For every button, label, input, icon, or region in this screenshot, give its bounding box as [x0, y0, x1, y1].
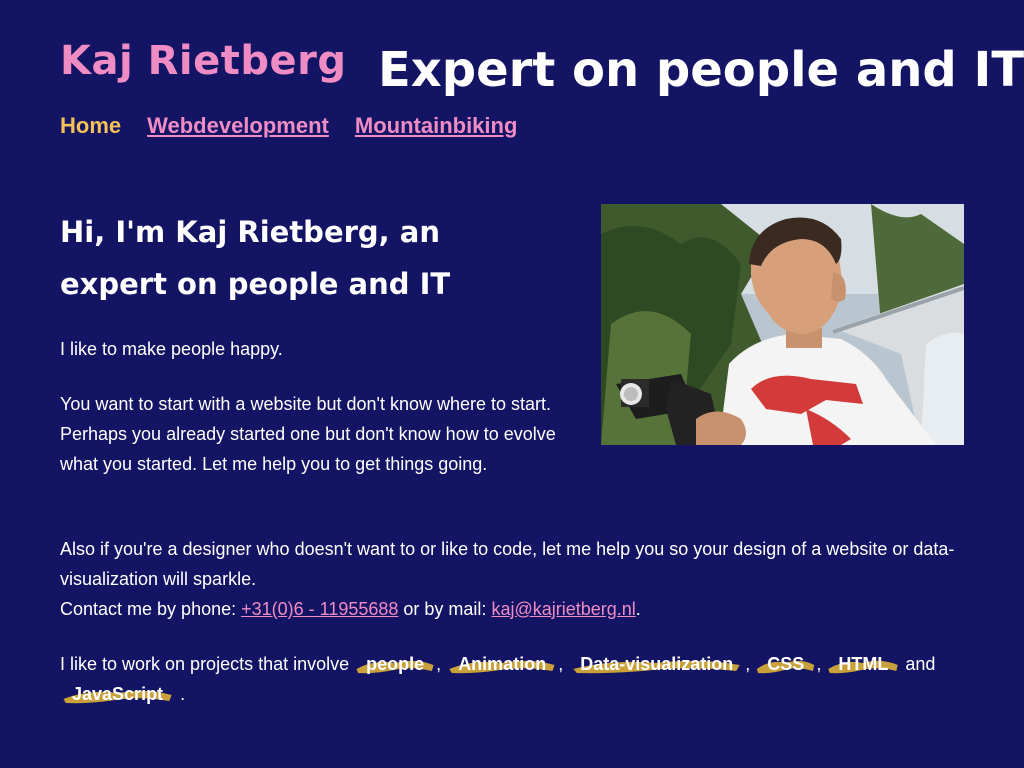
intro-paragraph-1: I like to make people happy. [60, 339, 283, 359]
nav-item-mountainbiking[interactable]: Mountainbiking [355, 113, 518, 139]
intro-heading: Hi, I'm Kaj Rietberg, an expert on peopl… [60, 215, 451, 301]
skill-tag-css: CSS [755, 649, 816, 679]
skill-tag-people: people [354, 649, 436, 679]
profile-photo [601, 204, 964, 445]
skills-comma: , [558, 654, 564, 674]
phone-link[interactable]: +31(0)6 - 11955688 [241, 599, 398, 619]
skills-comma: , [745, 654, 751, 674]
site-name[interactable]: Kaj Rietberg [60, 38, 347, 84]
designer-paragraph: Also if you're a designer who doesn't wa… [60, 539, 955, 589]
contact-phone-label: Contact me by phone: [60, 599, 242, 619]
skills-and: and [905, 654, 936, 674]
skills-comma: , [436, 654, 442, 674]
skill-tag-data-visualization: Data-visualization [568, 649, 745, 679]
skill-tag-html: HTML [826, 649, 900, 679]
skill-tag-animation: Animation [446, 649, 558, 679]
skills-comma: , [816, 654, 822, 674]
intro-paragraph-3: Also if you're a designer who doesn't wa… [60, 534, 980, 624]
nav-item-home[interactable]: Home [60, 113, 121, 139]
contact-mail-label: or by mail: [398, 599, 492, 619]
contact-end: . [635, 599, 641, 619]
skills-end: . [180, 684, 186, 704]
skills-paragraph: I like to work on projects that involve … [60, 649, 980, 709]
skills-intro: I like to work on projects that involve [60, 654, 355, 674]
page-tagline: Expert on people and IT [378, 42, 1024, 98]
skill-tag-javascript: JavaScript [60, 679, 175, 709]
nav-item-webdevelopment[interactable]: Webdevelopment [147, 113, 329, 139]
email-link[interactable]: kaj@kajrietberg.nl [491, 599, 635, 619]
main-nav: Home Webdevelopment Mountainbiking [60, 113, 517, 139]
page: Kaj Rietberg Expert on people and IT Hom… [0, 0, 1024, 768]
profile-photo-image [601, 204, 964, 445]
intro-paragraph-2: You want to start with a website but don… [60, 394, 556, 474]
